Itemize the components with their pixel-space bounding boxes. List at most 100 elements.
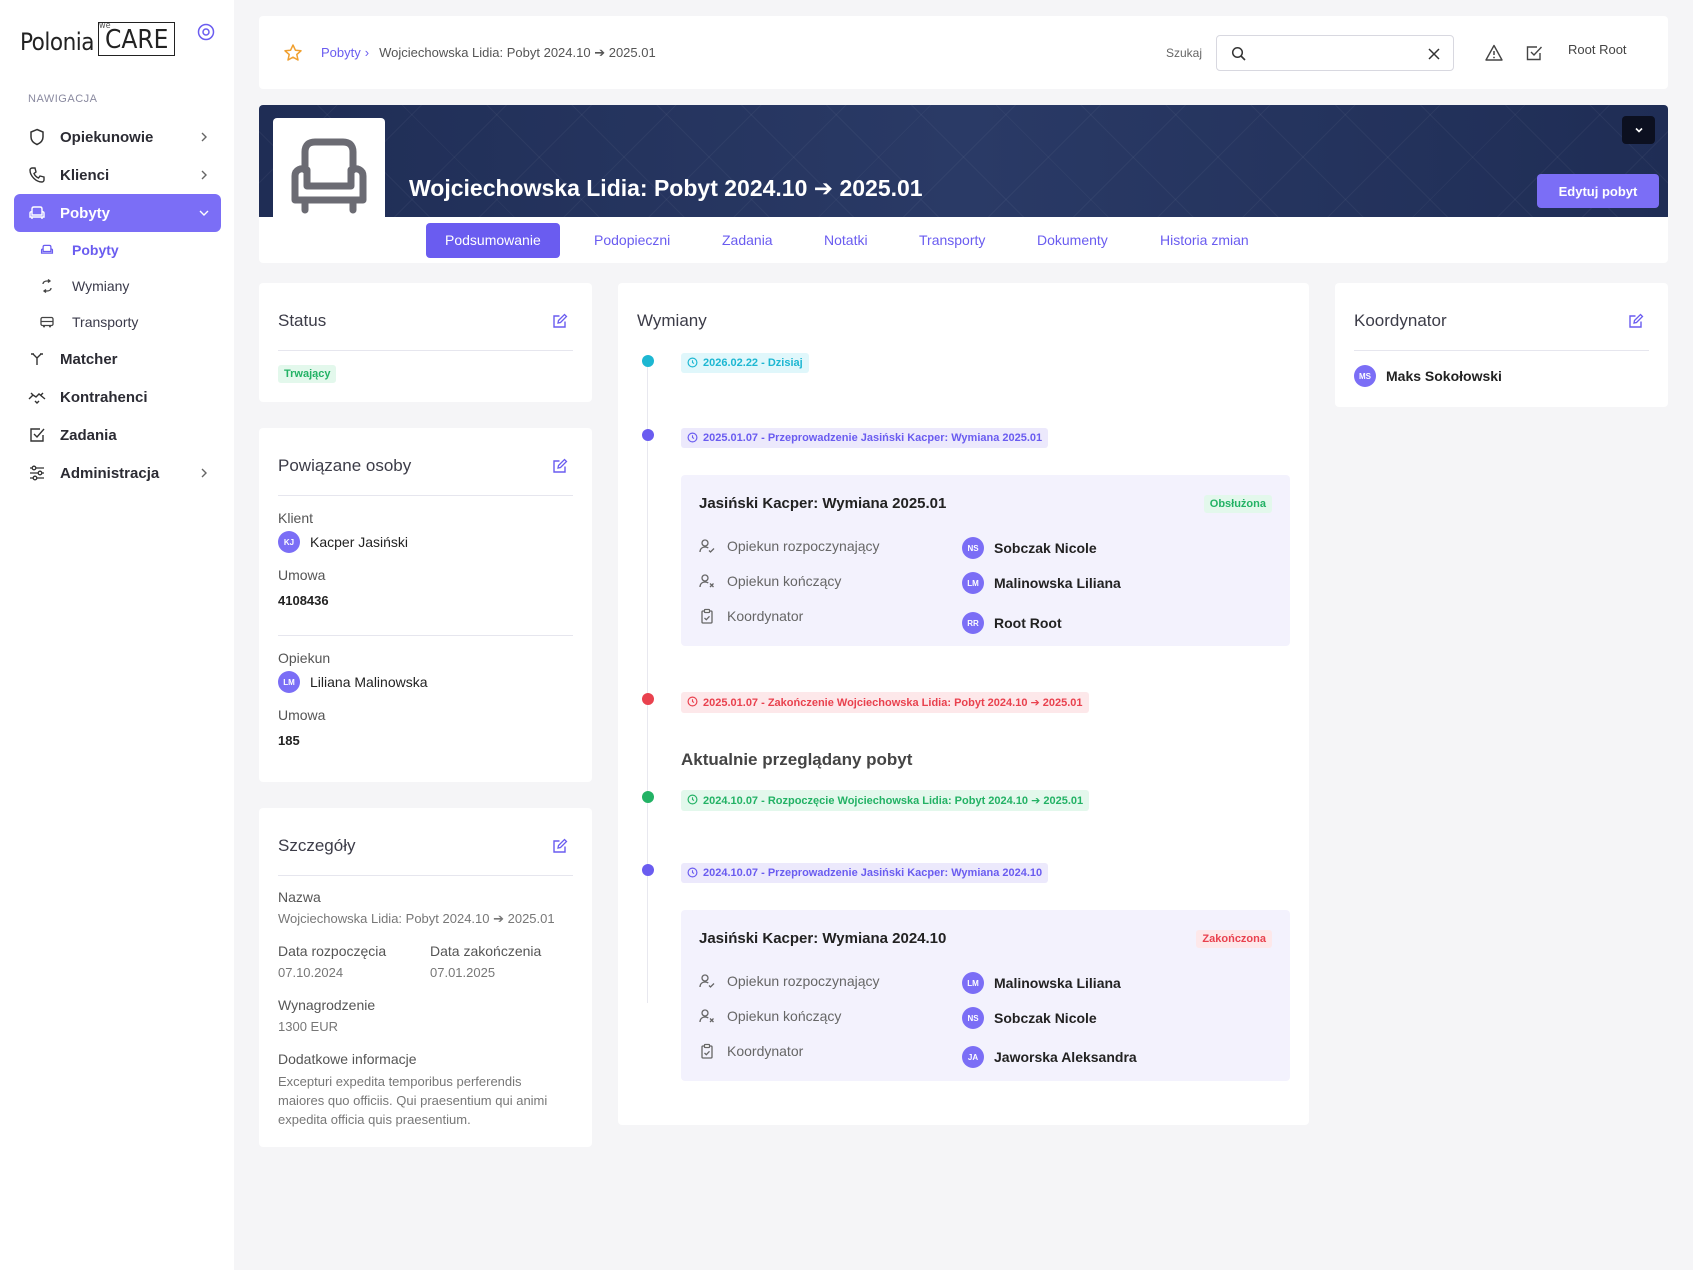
exchange-card-2024-10[interactable]: Jasiński Kacper: Wymiana 2024.10 Zakończ… bbox=[681, 910, 1290, 1081]
timeline-tag-text: 2024.10.07 - Rozpoczęcie Wojciechowska L… bbox=[703, 795, 1084, 807]
breadcrumb-link-pobyty[interactable]: Pobyty bbox=[321, 45, 361, 61]
client-name: Kacper Jasiński bbox=[310, 534, 409, 550]
person-name: Malinowska Liliana bbox=[994, 575, 1121, 591]
checkbox-icon bbox=[28, 426, 46, 444]
person-name: Jaworska Aleksandra bbox=[994, 1049, 1137, 1065]
edit-icon[interactable] bbox=[1628, 313, 1644, 329]
timeline-tag-text: 2025.01.07 - Zakończenie Wojciechowska L… bbox=[703, 697, 1083, 709]
exchange-title: Jasiński Kacper: Wymiana 2025.01 bbox=[699, 495, 947, 512]
timeline-dot bbox=[642, 429, 654, 441]
end-carer-value[interactable]: LM Malinowska Liliana bbox=[962, 572, 1121, 594]
armchair-icon bbox=[40, 242, 56, 258]
name-label: Nazwa bbox=[278, 889, 321, 905]
user-x-icon bbox=[699, 574, 714, 588]
sidebar-item-label: Matcher bbox=[60, 350, 118, 368]
stay-avatar bbox=[273, 118, 385, 230]
user-x-icon bbox=[699, 1009, 714, 1023]
user-check-icon bbox=[699, 539, 715, 553]
client-person[interactable]: KJ Kacper Jasiński bbox=[278, 531, 408, 553]
avatar: NS bbox=[962, 537, 984, 559]
carer-person[interactable]: LM Liliana Malinowska bbox=[278, 671, 428, 693]
tab-bar: Podsumowanie Podopieczni Zadania Notatki… bbox=[259, 217, 1668, 263]
breadcrumb-current: Wojciechowska Lidia: Pobyt 2024.10 ➔ 202… bbox=[379, 45, 656, 60]
tab-dokumenty[interactable]: Dokumenty bbox=[1018, 223, 1127, 258]
client-label: Klient bbox=[278, 510, 314, 526]
sidebar-item-matcher[interactable]: Matcher bbox=[14, 340, 221, 378]
tasks-check-icon[interactable] bbox=[1524, 43, 1544, 63]
details-card: Szczegóły Nazwa Wojciechowska Lidia: Pob… bbox=[259, 808, 592, 1147]
search-input[interactable] bbox=[1255, 42, 1415, 66]
sidebar-item-pobyty[interactable]: Pobyty bbox=[14, 194, 221, 232]
salary-label: Wynagrodzenie bbox=[278, 997, 376, 1013]
timeline-line bbox=[647, 363, 648, 1003]
sidebar-item-zadania[interactable]: Zadania bbox=[14, 416, 221, 454]
warning-icon[interactable] bbox=[1484, 43, 1504, 63]
card-title: Wymiany bbox=[637, 311, 707, 330]
timeline-tag-exchange-2: 2024.10.07 - Przeprowadzenie Jasiński Ka… bbox=[681, 863, 1049, 883]
timeline-tag-end: 2025.01.07 - Zakończenie Wojciechowska L… bbox=[681, 692, 1089, 713]
exchange-card-2025-01[interactable]: Jasiński Kacper: Wymiana 2025.01 Obsłużo… bbox=[681, 475, 1290, 646]
tab-zadania[interactable]: Zadania bbox=[703, 223, 792, 258]
divider bbox=[1354, 350, 1649, 351]
avatar: KJ bbox=[278, 531, 300, 553]
edit-icon[interactable] bbox=[552, 458, 568, 474]
banner-dropdown-button[interactable] bbox=[1622, 116, 1655, 144]
sidebar-item-label: Administracja bbox=[60, 464, 160, 482]
user-menu[interactable]: Root Root bbox=[1568, 42, 1627, 57]
tab-historia-zmian[interactable]: Historia zmian bbox=[1141, 223, 1268, 258]
avatar: MS bbox=[1354, 365, 1376, 387]
logo-text: Polonia bbox=[20, 28, 95, 56]
person-name: Root Root bbox=[994, 615, 1062, 631]
divider bbox=[278, 875, 573, 876]
person-name: Malinowska Liliana bbox=[994, 975, 1121, 991]
coordinator-name: Maks Sokołowski bbox=[1386, 368, 1502, 384]
carer-label: Opiekun bbox=[278, 650, 331, 666]
related-persons-card: Powiązane osoby Klient KJ Kacper Jasińsk… bbox=[259, 428, 592, 782]
status-card: Status Trwający bbox=[259, 283, 592, 402]
clock-icon bbox=[687, 357, 698, 368]
user-check-icon bbox=[699, 974, 715, 988]
timeline-tag-exchange-1: 2025.01.07 - Przeprowadzenie Jasiński Ka… bbox=[681, 428, 1049, 448]
chevron-down-icon bbox=[199, 210, 209, 216]
divider bbox=[278, 350, 573, 351]
exchanges-card: Wymiany 2026.02.22 - Dzisiaj 2025.01.07 … bbox=[618, 283, 1309, 1125]
sidebar-item-opiekunowie[interactable]: Opiekunowie bbox=[14, 118, 221, 156]
sidebar-subitem-wymiany[interactable]: Wymiany bbox=[14, 268, 221, 304]
sidebar-item-administracja[interactable]: Administracja bbox=[14, 454, 221, 492]
end-date-value: 07.01.2025 bbox=[430, 965, 496, 980]
coordinator-person[interactable]: MS Maks Sokołowski bbox=[1354, 365, 1502, 387]
sidebar-toggle-icon[interactable] bbox=[197, 23, 215, 41]
tab-notatki[interactable]: Notatki bbox=[805, 223, 887, 258]
person-name: Sobczak Nicole bbox=[994, 1010, 1097, 1026]
avatar: LM bbox=[278, 671, 300, 693]
sidebar-item-kontrahenci[interactable]: Kontrahenci bbox=[14, 378, 221, 416]
person-name: Sobczak Nicole bbox=[994, 540, 1097, 556]
divider bbox=[278, 635, 573, 636]
coordinator-value[interactable]: RR Root Root bbox=[962, 612, 1062, 634]
sidebar-subitem-transporty[interactable]: Transporty bbox=[14, 304, 221, 340]
end-date-label: Data zakończenia bbox=[430, 943, 542, 959]
start-carer-value[interactable]: NS Sobczak Nicole bbox=[962, 537, 1097, 559]
carer-contract-value: 185 bbox=[278, 733, 300, 748]
logo[interactable]: Polonia we CARE bbox=[20, 21, 176, 56]
edit-icon[interactable] bbox=[552, 838, 568, 854]
sidebar-item-klienci[interactable]: Klienci bbox=[14, 156, 221, 194]
chevron-right-icon bbox=[201, 170, 207, 180]
tab-podopieczni[interactable]: Podopieczni bbox=[575, 223, 689, 258]
tab-transporty[interactable]: Transporty bbox=[900, 223, 1004, 258]
end-carer-value[interactable]: NS Sobczak Nicole bbox=[962, 1007, 1097, 1029]
end-carer-label: Opiekun kończący bbox=[699, 573, 841, 589]
sidebar-subitem-label: Wymiany bbox=[72, 278, 130, 294]
client-contract-label: Umowa bbox=[278, 567, 326, 583]
edit-stay-button[interactable]: Edytuj pobyt bbox=[1537, 174, 1659, 208]
clock-icon bbox=[687, 794, 698, 805]
close-icon[interactable] bbox=[1427, 47, 1441, 61]
edit-icon[interactable] bbox=[552, 313, 568, 329]
star-icon[interactable] bbox=[283, 43, 303, 63]
sidebar-subitem-pobyty[interactable]: Pobyty bbox=[14, 232, 221, 268]
card-title: Koordynator bbox=[1354, 311, 1447, 330]
timeline-tag-today: 2026.02.22 - Dzisiaj bbox=[681, 353, 809, 373]
start-carer-value[interactable]: LM Malinowska Liliana bbox=[962, 972, 1121, 994]
tab-podsumowanie[interactable]: Podsumowanie bbox=[426, 223, 560, 258]
coordinator-value[interactable]: JA Jaworska Aleksandra bbox=[962, 1046, 1137, 1068]
